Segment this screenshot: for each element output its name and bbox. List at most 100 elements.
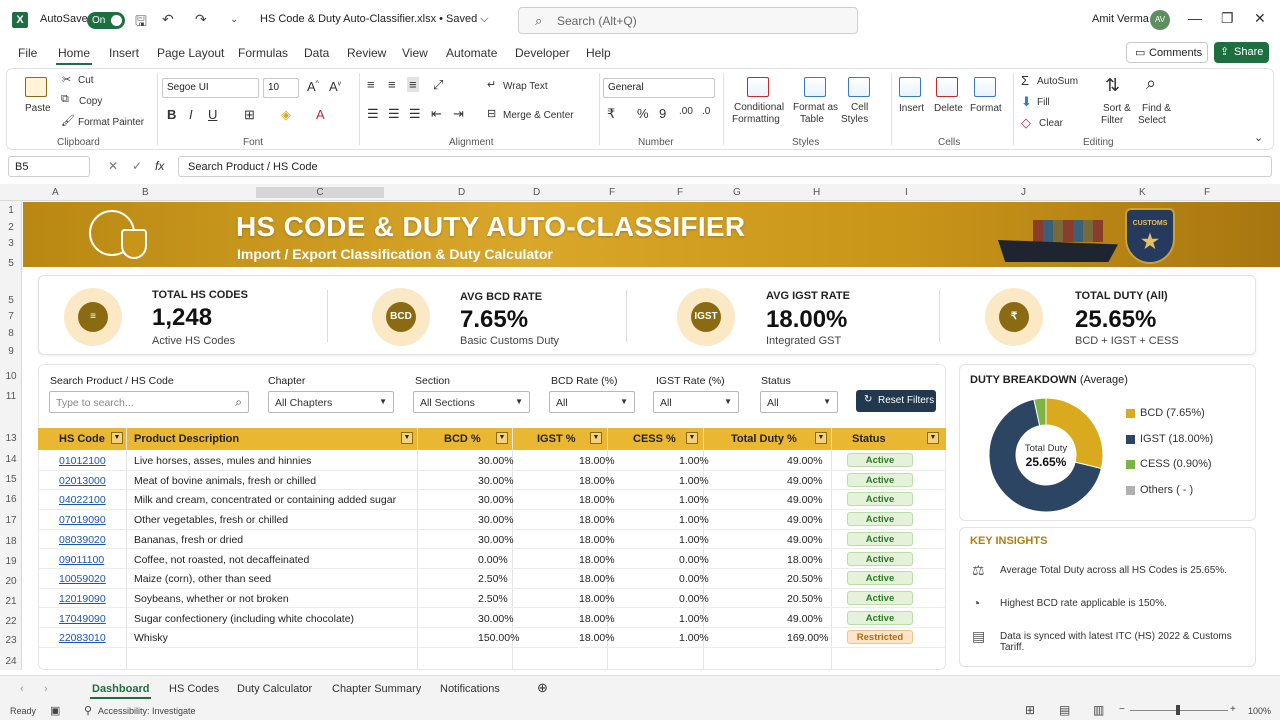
row-header[interactable]: 1 [0,205,22,216]
file-name[interactable]: HS Code & Duty Auto-Classifier.xlsx • Sa… [260,13,489,26]
tab-developer[interactable]: Developer [515,46,570,60]
column-header[interactable]: G [733,187,741,198]
increase-decimal-icon[interactable]: .00 [679,106,693,117]
zoom-level[interactable]: 100% [1248,706,1271,716]
table-row[interactable]: 01012100 Live horses, asses, mules and hi… [38,451,946,471]
sheet-tab-notifications[interactable]: Notifications [440,683,500,695]
formula-input[interactable]: Search Product / HS Code [178,156,1272,177]
conditional-formatting-button[interactable]: Conditional [734,102,784,113]
cell-styles-button[interactable]: Cell [851,102,868,113]
align-center-icon[interactable]: ☰ [388,106,400,122]
table-row[interactable]: 08039020 Bananas, fresh or dried 30.00% 18.… [38,530,946,550]
align-right-icon[interactable]: ☰ [409,106,421,122]
row-header[interactable]: 14 [0,454,22,465]
row-header[interactable]: 5 [0,258,22,269]
row-header[interactable]: 9 [0,346,22,357]
column-header[interactable]: J [1021,187,1026,198]
sort-filter-button-2[interactable]: Filter [1101,115,1123,126]
paste-button[interactable]: Paste [25,103,51,114]
column-header[interactable]: A [52,187,59,198]
section-select[interactable]: All Sections ▼ [413,391,530,413]
format-as-table-button-2[interactable]: Table [800,114,824,125]
conditional-formatting-button-2[interactable]: Formatting [732,114,780,125]
column-header[interactable]: H [813,187,820,198]
filter-dropdown-icon[interactable]: ▼ [815,432,827,444]
font-color-icon[interactable]: A [316,107,325,122]
hs-code-link[interactable]: 10059020 [59,573,106,585]
hs-code-link[interactable]: 22083010 [59,632,106,644]
tab-home[interactable]: Home [55,46,93,65]
cut-button[interactable]: Cut [78,75,94,86]
tab-review[interactable]: Review [347,46,386,60]
minimize-icon[interactable]: — [1188,10,1202,26]
row-header[interactable]: 16 [0,494,22,505]
row-header[interactable]: 2 [0,222,22,233]
zoom-out-icon[interactable]: − [1119,704,1125,715]
prev-sheet-icon[interactable]: ‹ [20,683,24,695]
table-row[interactable]: 07019090 Other vegetables, fresh or chill… [38,510,946,530]
align-top-icon[interactable]: ≡ [367,77,375,92]
save-icon[interactable]: 🖫 [135,11,147,35]
tab-formulas[interactable]: Formulas [238,46,288,60]
delete-cells-button[interactable]: Delete [934,103,963,114]
redo-icon[interactable]: ↷ [195,11,207,28]
search-input[interactable]: ⌕ Search (Alt+Q) [518,7,858,34]
hs-code-link[interactable]: 01012100 [59,455,106,467]
filter-dropdown-icon[interactable]: ▼ [927,432,939,444]
hs-code-link[interactable]: 02013000 [59,475,106,487]
restore-icon[interactable]: ❐ [1221,10,1234,27]
comments-button[interactable]: ▭ Comments [1126,42,1208,63]
row-header[interactable]: 5 [0,295,22,306]
accessibility-status[interactable]: Accessibility: Investigate [98,706,196,716]
insert-function-icon[interactable]: fx [155,159,164,173]
font-name-select[interactable]: Segoe UI [162,78,259,98]
tab-help[interactable]: Help [586,46,611,60]
orientation-icon[interactable]: ⤢ [433,77,443,93]
filter-dropdown-icon[interactable]: ▼ [496,432,508,444]
decrease-indent-icon[interactable]: ⇤ [431,106,442,122]
italic-icon[interactable]: I [189,107,193,122]
column-header[interactable]: F [609,187,615,198]
sheet-tab-chapter-summary[interactable]: Chapter Summary [332,683,421,695]
column-header[interactable]: I [905,187,908,198]
igst-select[interactable]: All ▼ [653,391,739,413]
row-header[interactable]: 7 [0,311,22,322]
filter-dropdown-icon[interactable]: ▼ [686,432,698,444]
wrap-text-button[interactable]: Wrap Text [503,81,548,92]
fill-color-icon[interactable]: ◈ [281,107,291,123]
undo-icon[interactable]: ↶ [162,11,174,28]
sheet-tab-hs-codes[interactable]: HS Codes [169,683,219,695]
cell-styles-button-2[interactable]: Styles [841,114,868,125]
currency-icon[interactable]: ₹ [607,106,615,122]
format-as-table-button[interactable]: Format as [793,102,838,113]
row-header[interactable]: 13 [0,433,22,444]
tab-data[interactable]: Data [304,46,329,60]
hs-code-link[interactable]: 17049090 [59,613,106,625]
increase-font-icon[interactable]: A^ [307,79,319,94]
chapter-select[interactable]: All Chapters ▼ [268,391,394,413]
row-header[interactable]: 8 [0,328,22,339]
hs-code-link[interactable]: 08039020 [59,534,106,546]
filter-dropdown-icon[interactable]: ▼ [590,432,602,444]
increase-indent-icon[interactable]: ⇥ [453,106,464,122]
bcd-select[interactable]: All ▼ [549,391,635,413]
hs-code-link[interactable]: 09011100 [59,554,104,566]
tab-page-layout[interactable]: Page Layout [157,46,224,60]
font-size-select[interactable]: 10 [263,78,299,98]
column-header[interactable]: B [142,187,149,198]
row-header[interactable]: 18 [0,536,22,547]
zoom-in-icon[interactable]: + [1230,704,1236,715]
product-search-input[interactable]: Type to search... ⌕ [49,391,249,413]
hs-code-link[interactable]: 12019090 [59,593,106,605]
reset-filters-button[interactable]: ↻ Reset Filters [856,390,936,412]
collapse-ribbon-icon[interactable]: ⌄ [1254,131,1263,144]
number-format-select[interactable]: General [603,78,715,98]
table-row[interactable]: 12019090 Soybeans, whether or not broken 2… [38,589,946,609]
merge-center-button[interactable]: Merge & Center [503,110,574,121]
row-header[interactable]: 10 [0,371,22,382]
format-painter-button[interactable]: Format Painter [78,117,144,128]
column-header[interactable]: C [256,187,384,198]
status-select[interactable]: All ▼ [760,391,838,413]
column-header[interactable]: F [1204,187,1210,198]
bold-icon[interactable]: B [167,107,176,122]
